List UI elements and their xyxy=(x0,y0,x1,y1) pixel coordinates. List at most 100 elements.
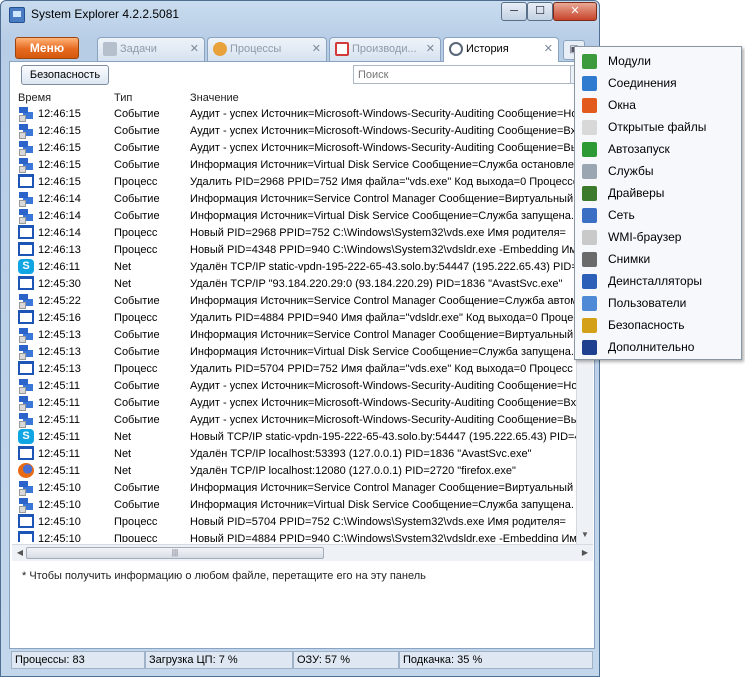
status-swap: Подкачка: 35 % xyxy=(399,651,593,669)
menu-item-snapshots[interactable]: Снимки xyxy=(575,248,741,270)
scroll-down-icon[interactable]: ▼ xyxy=(579,528,591,542)
scroll-thumb[interactable]: ||| xyxy=(26,547,324,559)
menu-item-open-files[interactable]: Открытые файлы xyxy=(575,116,741,138)
table-row[interactable]: 12:45:10 Событие Информация Источник=Virtu… xyxy=(12,497,576,514)
table-row[interactable]: 12:46:15 Событие Аудит - успех Источник=Mi… xyxy=(12,140,576,157)
tab-processes[interactable]: Процессы ✕ xyxy=(207,37,327,61)
close-icon[interactable]: ✕ xyxy=(426,38,435,60)
table-row[interactable]: 12:45:10 Процесс Новый PID=5704 PPID=752 C… xyxy=(12,514,576,531)
snapshots-icon xyxy=(582,252,597,267)
history-list[interactable]: 12:46:15 Событие Аудит - успех Источник=Mi… xyxy=(12,106,576,542)
event-log-icon xyxy=(18,106,34,122)
menu-item-drivers[interactable]: Драйверы xyxy=(575,182,741,204)
drop-hint: * Чтобы получить информацию о любом файл… xyxy=(22,570,426,582)
table-row[interactable]: 12:45:16 Процесс Удалить PID=4884 PPID=940… xyxy=(12,310,576,327)
cell-type: Процесс xyxy=(114,227,158,239)
network-connection-icon: S xyxy=(18,259,34,274)
menu-item-autorun[interactable]: Автозапуск xyxy=(575,138,741,160)
close-window-button[interactable]: ✕ xyxy=(553,2,597,21)
table-row[interactable]: S 12:45:11 Net Новый TCP/IP static-vpdn-195… xyxy=(12,429,576,446)
table-row[interactable]: 12:45:11 Событие Аудит - успех Источник=Mi… xyxy=(12,412,576,429)
horizontal-scrollbar[interactable]: ◀ ||| ▶ xyxy=(12,544,593,561)
table-row[interactable]: 12:46:15 Событие Аудит - успех Источник=Mi… xyxy=(12,123,576,140)
close-icon[interactable]: ✕ xyxy=(190,38,199,60)
close-icon[interactable]: ✕ xyxy=(544,38,553,60)
menu-button[interactable]: Меню xyxy=(15,37,79,59)
security-button[interactable]: Безопасность xyxy=(21,65,109,85)
cell-value: Удалён TCP/IP "93.184.220.29:0 (93.184.2… xyxy=(190,278,563,290)
cell-value: Удалить PID=5704 PPID=752 Имя файла="vds… xyxy=(190,363,573,375)
menu-item-windows[interactable]: Окна xyxy=(575,94,741,116)
cell-time: 12:45:22 xyxy=(38,295,81,307)
tab-performance[interactable]: Производи... ✕ xyxy=(329,37,441,61)
menu-item-security-shield[interactable]: Безопасность xyxy=(575,314,741,336)
menu-item-label: Драйверы xyxy=(608,186,665,200)
cell-type: Событие xyxy=(114,499,160,511)
table-row[interactable]: 12:46:15 Событие Аудит - успех Источник=Mi… xyxy=(12,106,576,123)
maximize-button[interactable]: ☐ xyxy=(527,2,553,21)
table-row[interactable]: 12:45:22 Событие Информация Источник=Servi… xyxy=(12,293,576,310)
table-row[interactable]: 12:46:15 Процесс Удалить PID=2968 PPID=752… xyxy=(12,174,576,191)
process-window-icon xyxy=(18,276,34,290)
cell-type: Процесс xyxy=(114,533,158,542)
column-time[interactable]: Время xyxy=(18,92,51,104)
cell-value: Информация Источник=Virtual Disk Service… xyxy=(190,210,574,222)
scroll-left-icon[interactable]: ◀ xyxy=(14,547,26,559)
table-row[interactable]: 12:45:11 Net Удалён TCP/IP localhost:12080… xyxy=(12,463,576,480)
minimize-button[interactable]: ─ xyxy=(501,2,527,21)
table-row[interactable]: 12:45:10 Процесс Новый PID=4884 PPID=940 C… xyxy=(12,531,576,542)
table-row[interactable]: 12:46:14 Событие Информация Источник=Virtu… xyxy=(12,208,576,225)
column-value[interactable]: Значение xyxy=(190,92,239,104)
services-icon xyxy=(582,164,597,179)
cell-value: Аудит - успех Источник=Microsoft-Windows… xyxy=(190,380,576,392)
tab-history[interactable]: История ✕ xyxy=(443,37,559,62)
menu-item-info[interactable]: Дополнительно xyxy=(575,336,741,358)
menu-item-label: Дополнительно xyxy=(608,340,695,354)
cell-type: Событие xyxy=(114,210,160,222)
table-row[interactable]: S 12:46:11 Net Удалён TCP/IP static-vpdn-19… xyxy=(12,259,576,276)
table-row[interactable]: 12:45:11 Событие Аудит - успех Источник=Mi… xyxy=(12,395,576,412)
column-type[interactable]: Тип xyxy=(114,92,132,104)
table-row[interactable]: 12:46:13 Процесс Новый PID=4348 PPID=940 C… xyxy=(12,242,576,259)
table-row[interactable]: 12:46:15 Событие Информация Источник=Virtu… xyxy=(12,157,576,174)
menu-item-connections[interactable]: Соединения xyxy=(575,72,741,94)
table-row[interactable]: 12:45:13 Событие Информация Источник=Servi… xyxy=(12,327,576,344)
event-log-icon xyxy=(18,412,34,428)
cell-value: Новый PID=5704 PPID=752 C:\Windows\Syste… xyxy=(190,516,566,528)
info-icon xyxy=(582,340,597,355)
table-row[interactable]: 12:45:30 Net Удалён TCP/IP "93.184.220.29:… xyxy=(12,276,576,293)
cell-value: Информация Источник=Service Control Mana… xyxy=(190,295,576,307)
title-bar[interactable]: System Explorer 4.2.2.5081 ─ ☐ ✕ xyxy=(1,1,599,29)
table-row[interactable]: 12:46:14 Процесс Новый PID=2968 PPID=752 C… xyxy=(12,225,576,242)
scroll-right-icon[interactable]: ▶ xyxy=(579,547,591,559)
menu-item-services[interactable]: Службы xyxy=(575,160,741,182)
table-row[interactable]: 12:45:11 Событие Аудит - успех Источник=Mi… xyxy=(12,378,576,395)
cell-value: Аудит - успех Источник=Microsoft-Windows… xyxy=(190,125,576,137)
table-row[interactable]: 12:45:11 Net Удалён TCP/IP localhost:53393… xyxy=(12,446,576,463)
table-row[interactable]: 12:45:13 Событие Информация Источник=Virtu… xyxy=(12,344,576,361)
cell-type: Событие xyxy=(114,346,160,358)
menu-item-label: WMI-браузер xyxy=(608,230,682,244)
tab-label: Производи... xyxy=(352,43,417,55)
menu-item-wmi-browser[interactable]: WMI-браузер xyxy=(575,226,741,248)
menu-item-uninstallers[interactable]: Деинсталляторы xyxy=(575,270,741,292)
table-row[interactable]: 12:45:13 Процесс Удалить PID=5704 PPID=752… xyxy=(12,361,576,378)
cell-value: Аудит - успех Источник=Microsoft-Windows… xyxy=(190,108,576,120)
menu-item-network[interactable]: Сеть xyxy=(575,204,741,226)
table-row[interactable]: 12:45:10 Событие Информация Источник=Servi… xyxy=(12,480,576,497)
cell-type: Событие xyxy=(114,108,160,120)
event-log-icon xyxy=(18,208,34,224)
close-icon[interactable]: ✕ xyxy=(312,38,321,60)
cell-time: 12:46:15 xyxy=(38,159,81,171)
cell-value: Информация Источник=Virtual Disk Service… xyxy=(190,346,574,358)
cell-time: 12:45:13 xyxy=(38,363,81,375)
menu-item-users[interactable]: Пользователи xyxy=(575,292,741,314)
menu-item-modules[interactable]: Модули xyxy=(575,50,741,72)
history-icon xyxy=(449,42,463,56)
tab-tasks[interactable]: Задачи ✕ xyxy=(97,37,205,61)
table-row[interactable]: 12:46:14 Событие Информация Источник=Servi… xyxy=(12,191,576,208)
cell-time: 12:46:15 xyxy=(38,108,81,120)
cell-value: Удалён TCP/IP static-vpdn-195-222-65-43.… xyxy=(190,261,576,273)
cell-value: Новый TCP/IP static-vpdn-195-222-65-43.s… xyxy=(190,431,576,443)
search-input[interactable] xyxy=(353,65,571,84)
